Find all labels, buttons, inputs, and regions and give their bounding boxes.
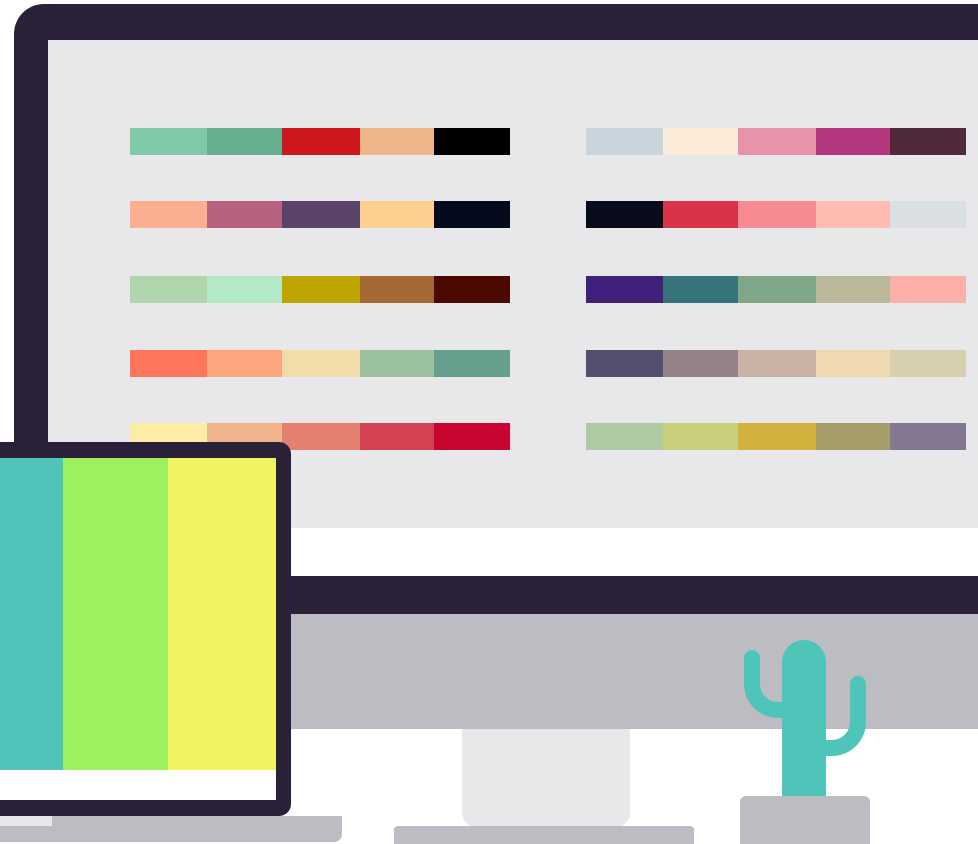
color-swatch <box>738 350 816 377</box>
desktop-monitor-stand-base <box>394 826 694 844</box>
color-swatch <box>890 128 966 155</box>
color-swatch <box>586 201 663 228</box>
laptop-color-stripe <box>0 458 63 770</box>
color-swatch <box>816 423 890 450</box>
palette-right-5 <box>586 423 966 450</box>
color-swatch <box>207 350 282 377</box>
color-swatch <box>663 201 738 228</box>
palette-left-4 <box>130 350 510 377</box>
cactus-left-arm-tip <box>744 650 760 666</box>
color-swatch <box>360 201 434 228</box>
laptop-screen-strip <box>0 770 276 800</box>
palette-left-2 <box>130 201 510 228</box>
cactus-trunk <box>782 640 826 802</box>
illustration-scene <box>0 0 978 844</box>
color-swatch <box>282 128 360 155</box>
cactus-right-arm-tip <box>850 676 866 692</box>
color-swatch <box>663 423 738 450</box>
color-swatch <box>282 423 360 450</box>
color-swatch <box>434 201 510 228</box>
color-swatch <box>360 350 434 377</box>
color-swatch <box>207 201 282 228</box>
color-swatch <box>890 276 966 303</box>
color-swatch <box>663 276 738 303</box>
color-swatch <box>360 128 434 155</box>
color-swatch <box>738 128 816 155</box>
color-swatch <box>816 350 890 377</box>
desktop-monitor-stand-neck <box>462 729 630 827</box>
color-swatch <box>586 128 663 155</box>
color-swatch <box>207 128 282 155</box>
palette-left-1 <box>130 128 510 155</box>
laptop-screen <box>0 458 276 770</box>
color-swatch <box>586 423 663 450</box>
color-swatch <box>282 201 360 228</box>
color-swatch <box>130 201 207 228</box>
color-swatch <box>816 128 890 155</box>
color-swatch <box>586 276 663 303</box>
cactus-pot <box>740 796 870 844</box>
color-swatch <box>434 128 510 155</box>
color-swatch <box>434 423 510 450</box>
palette-left-3 <box>130 276 510 303</box>
color-swatch <box>816 201 890 228</box>
color-swatch <box>890 423 966 450</box>
palette-right-4 <box>586 350 966 377</box>
laptop-color-stripe <box>63 458 168 770</box>
color-swatch <box>282 350 360 377</box>
color-swatch <box>890 201 966 228</box>
color-swatch <box>130 350 207 377</box>
color-swatch <box>130 128 207 155</box>
palette-right-3 <box>586 276 966 303</box>
color-swatch <box>207 276 282 303</box>
palette-right-2 <box>586 201 966 228</box>
color-swatch <box>738 423 816 450</box>
color-swatch <box>890 350 966 377</box>
color-swatch <box>586 350 663 377</box>
color-swatch <box>663 350 738 377</box>
laptop-notch <box>0 816 52 826</box>
color-swatch <box>663 128 738 155</box>
color-swatch <box>434 350 510 377</box>
color-swatch <box>738 276 816 303</box>
palette-right-1 <box>586 128 966 155</box>
color-swatch <box>360 276 434 303</box>
color-swatch <box>816 276 890 303</box>
color-swatch <box>738 201 816 228</box>
color-swatch <box>130 276 207 303</box>
laptop-color-stripe <box>168 458 276 770</box>
color-swatch <box>282 276 360 303</box>
color-swatch <box>360 423 434 450</box>
color-swatch <box>434 276 510 303</box>
